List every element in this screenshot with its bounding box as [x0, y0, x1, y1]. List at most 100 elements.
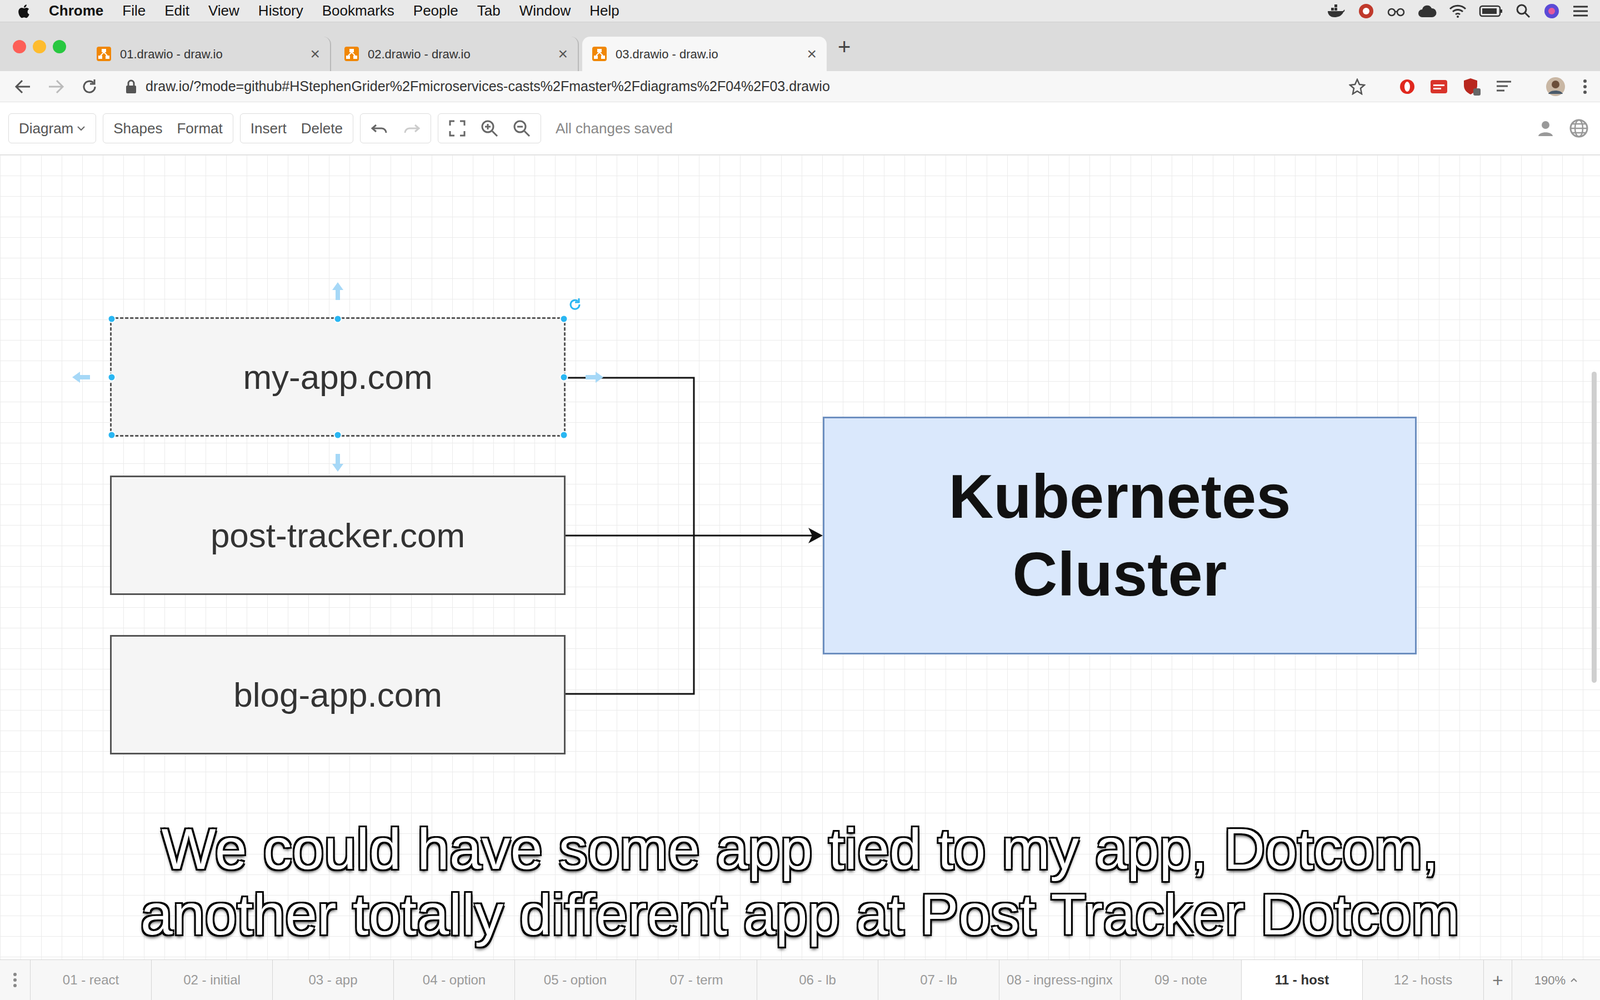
resize-handle[interactable]	[107, 315, 117, 324]
tab-close-button[interactable]: ×	[557, 45, 568, 63]
minimize-window-icon[interactable]	[32, 40, 47, 54]
browser-tab[interactable]: 03.drawio - draw.io×	[582, 36, 827, 72]
toolbar-button[interactable]: Insert	[250, 117, 287, 140]
toolbar-group: Insert Delete	[240, 113, 354, 144]
apple-icon[interactable]	[16, 2, 30, 20]
toolbar-button[interactable]: Shapes	[113, 117, 163, 140]
resize-handle[interactable]	[560, 431, 569, 440]
battery-icon[interactable]	[1478, 4, 1504, 18]
page-tab[interactable]: 07 - term	[636, 960, 758, 1000]
page-tab[interactable]: 08 - ingress-nginx	[999, 960, 1121, 1000]
zoom-in-icon[interactable]	[480, 119, 499, 138]
connect-right-arrow-icon[interactable]	[583, 366, 606, 389]
resize-handle[interactable]	[560, 315, 569, 324]
cast-extension-icon[interactable]	[1430, 78, 1448, 95]
domain-node[interactable]: blog-app.com	[110, 635, 566, 755]
star-icon[interactable]	[1348, 78, 1366, 95]
resize-handle[interactable]	[560, 372, 569, 382]
app-menu[interactable]: Chrome	[48, 0, 104, 22]
toolbar-button[interactable]: Delete	[301, 117, 343, 140]
page-tab[interactable]: 12 - hosts	[1362, 960, 1484, 1000]
fullscreen-icon[interactable]	[448, 119, 467, 138]
page-tab-label: 02 - initial	[183, 970, 241, 990]
page-tab-label: 07 - term	[669, 970, 723, 990]
page-tab-label: 12 - hosts	[1393, 970, 1453, 990]
record-icon[interactable]	[1357, 2, 1375, 20]
menu-item[interactable]: Window	[519, 0, 571, 22]
page-tab[interactable]: 04 - option	[393, 960, 515, 1000]
connect-up-arrow-icon[interactable]	[326, 280, 349, 303]
address-bar: draw.io/?mode=github#HStephenGrider%2Fmi…	[0, 71, 1600, 103]
wifi-icon[interactable]	[1448, 3, 1467, 19]
resize-handle[interactable]	[333, 315, 343, 324]
opera-extension-icon[interactable]	[1398, 78, 1416, 95]
toolbar-right	[1536, 118, 1589, 139]
page-tab[interactable]: 02 - initial	[151, 960, 273, 1000]
chrome-menu-icon[interactable]	[1582, 78, 1588, 95]
menu-item[interactable]: View	[208, 0, 240, 22]
resize-handle[interactable]	[107, 431, 117, 440]
diagram-canvas[interactable]: my-app.com post-tracker.com blog-app.com Ku…	[0, 155, 1600, 960]
browser-tab[interactable]: 01.drawio - draw.io×	[86, 36, 332, 72]
menu-item[interactable]: File	[122, 0, 146, 22]
new-tab-button[interactable]: +	[837, 35, 851, 58]
kubernetes-cluster-node[interactable]: Kubernetes Cluster	[822, 416, 1417, 655]
profile-avatar-icon[interactable]	[1545, 76, 1566, 97]
page-tab[interactable]: 01 - react	[30, 960, 152, 1000]
connect-left-arrow-icon[interactable]	[70, 366, 93, 389]
page-tab[interactable]: 03 - app	[272, 960, 394, 1000]
diagram-menu-button[interactable]: Diagram	[8, 113, 97, 144]
close-window-icon[interactable]	[12, 40, 27, 54]
search-icon[interactable]	[1515, 3, 1532, 19]
menu-item[interactable]: History	[258, 0, 304, 22]
page-tab[interactable]: 11 - host	[1241, 960, 1363, 1000]
menu-item[interactable]: People	[413, 0, 459, 22]
url-field[interactable]: draw.io/?mode=github#HStephenGrider%2Fmi…	[125, 76, 1333, 98]
subtitle-line: another totally different app at Post Tr…	[140, 881, 1460, 948]
domain-node[interactable]: post-tracker.com	[110, 475, 566, 595]
zoom-out-icon[interactable]	[512, 119, 531, 138]
menu-item[interactable]: Edit	[164, 0, 190, 22]
toolbar-button[interactable]: Format	[176, 117, 223, 140]
url-text[interactable]: draw.io/?mode=github#HStephenGrider%2Fmi…	[145, 76, 830, 98]
resize-handle[interactable]	[333, 431, 343, 440]
docker-icon[interactable]	[1326, 4, 1346, 18]
drawio-favicon-icon	[96, 46, 112, 62]
shield-extension-icon[interactable]	[1462, 77, 1482, 97]
back-icon[interactable]	[14, 78, 32, 95]
browser-tab[interactable]: 02.drawio - draw.io×	[334, 36, 579, 72]
glasses-icon[interactable]	[1386, 4, 1406, 18]
siri-icon[interactable]	[1543, 2, 1560, 20]
vertical-scrollbar[interactable]	[1591, 371, 1597, 683]
zoom-level: 190%	[1534, 971, 1566, 990]
tab-close-button[interactable]: ×	[310, 45, 320, 63]
rotate-icon[interactable]	[567, 296, 583, 313]
globe-icon[interactable]	[1568, 118, 1589, 139]
undo-icon[interactable]	[370, 120, 389, 137]
page-tab-label: 11 - host	[1275, 970, 1329, 990]
page-tab[interactable]: 07 - lb	[878, 960, 1000, 1000]
cloud-icon[interactable]	[1417, 3, 1437, 19]
add-page-button[interactable]: +	[1483, 960, 1512, 1000]
resize-handle[interactable]	[107, 372, 117, 382]
page-tab[interactable]: 09 - note	[1120, 960, 1242, 1000]
screen: Chrome File Edit View History Bookmarks People…	[0, 0, 1600, 1000]
page-tab[interactable]: 06 - lb	[757, 960, 879, 1000]
forward-icon[interactable]	[47, 78, 65, 95]
zoom-control[interactable]: 190%	[1511, 960, 1600, 1000]
list-icon[interactable]	[1572, 4, 1589, 18]
reload-icon[interactable]	[81, 78, 98, 95]
menu-item[interactable]: Tab	[477, 0, 501, 22]
menu-item[interactable]: Bookmarks	[322, 0, 395, 22]
zoom-window-icon[interactable]	[52, 40, 67, 54]
page-tab-label: 08 - ingress-nginx	[1006, 970, 1113, 990]
domain-node[interactable]: my-app.com	[110, 317, 566, 437]
page-bar: 01 - react 02 - initial 03 - app04 - optio…	[0, 959, 1600, 1000]
user-icon[interactable]	[1536, 119, 1555, 138]
connect-down-arrow-icon[interactable]	[326, 451, 349, 474]
reading-list-icon[interactable]	[1495, 79, 1513, 94]
tab-close-button[interactable]: ×	[806, 45, 817, 63]
menu-item[interactable]: Help	[589, 0, 619, 22]
pages-menu-icon[interactable]	[0, 960, 31, 1000]
page-tab[interactable]: 05 - option	[515, 960, 637, 1000]
